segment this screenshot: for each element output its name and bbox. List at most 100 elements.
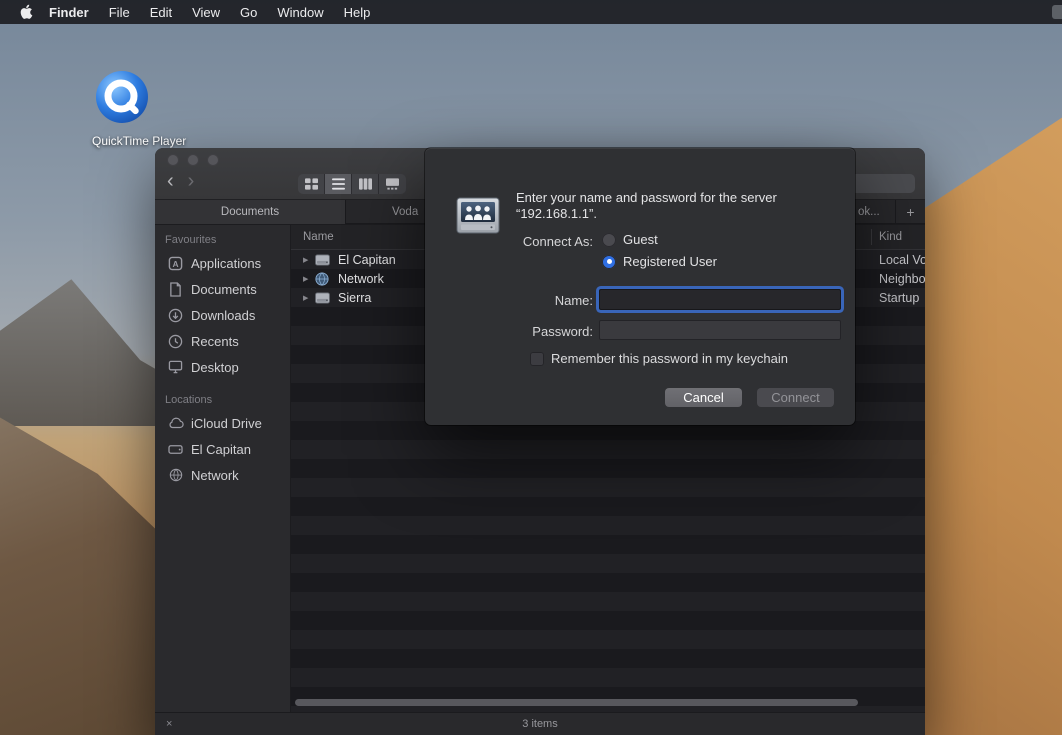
menu-item-go[interactable]: Go — [230, 5, 267, 20]
minimize-window-button[interactable] — [187, 154, 199, 166]
items-count: 3 items — [522, 718, 557, 730]
dialog-message-line2: “192.168.1.1”. — [516, 206, 846, 222]
row-name: Sierra — [338, 291, 371, 305]
harddrive-icon — [315, 254, 333, 266]
connect-to-server-dialog: Enter your name and password for the ser… — [425, 148, 855, 425]
sidebar-item-documents[interactable]: Documents — [155, 276, 290, 302]
screen: Finder File Edit View Go Window Help Qui… — [0, 0, 1062, 735]
disclosure-triangle-icon[interactable]: ▶ — [303, 294, 313, 302]
document-icon — [167, 282, 184, 297]
quicktime-label: QuickTime Player — [92, 134, 152, 148]
sidebar-item-label: Documents — [191, 282, 257, 297]
name-field[interactable] — [599, 289, 841, 310]
quicktime-icon — [95, 70, 149, 124]
sidebar-item-el-capitan[interactable]: El Capitan — [155, 436, 290, 462]
sidebar-item-applications[interactable]: A Applications — [155, 250, 290, 276]
scrollbar-thumb[interactable] — [295, 699, 858, 706]
menu-item-edit[interactable]: Edit — [140, 5, 182, 20]
tab-fragment-label: ok... — [858, 206, 880, 218]
back-button[interactable]: ‹ — [167, 170, 174, 192]
password-label: Password: — [425, 324, 593, 339]
sidebar-item-recents[interactable]: Recents — [155, 328, 290, 354]
guest-radio-label: Guest — [623, 232, 658, 247]
remember-password-row: Remember this password in my keychain — [530, 351, 788, 366]
list-view-button[interactable] — [325, 174, 352, 194]
registered-user-radio-row: Registered User — [602, 254, 717, 269]
view-mode-switcher — [298, 174, 406, 194]
sidebar-item-network[interactable]: Network — [155, 462, 290, 488]
row-kind: Local Vo — [879, 253, 925, 267]
gallery-view-button[interactable] — [379, 174, 406, 194]
menu-item-window[interactable]: Window — [267, 5, 333, 20]
gallery-view-icon — [386, 178, 399, 190]
disclosure-triangle-icon[interactable]: ▶ — [303, 275, 313, 283]
close-icon[interactable]: × — [166, 718, 172, 730]
row-name: El Capitan — [338, 253, 396, 267]
svg-text:A: A — [172, 258, 178, 268]
quicktime-desktop-icon[interactable]: QuickTime Player — [92, 70, 152, 148]
status-menu-icon[interactable] — [1052, 5, 1062, 19]
zoom-window-button[interactable] — [207, 154, 219, 166]
network-globe-icon — [315, 272, 333, 286]
sidebar-item-desktop[interactable]: Desktop — [155, 354, 290, 380]
cancel-button[interactable]: Cancel — [665, 388, 742, 407]
row-name: Network — [338, 272, 384, 286]
disclosure-triangle-icon[interactable]: ▶ — [303, 256, 313, 264]
name-label: Name: — [425, 293, 593, 308]
row-kind: Neighbo — [879, 272, 925, 286]
tab-documents[interactable]: Documents — [155, 200, 346, 224]
sidebar: Favourites A Applications Documents — [155, 225, 291, 712]
column-header-name[interactable]: Name — [291, 231, 334, 243]
column-view-icon — [359, 178, 372, 190]
sidebar-item-label: Desktop — [191, 360, 239, 375]
harddrive-icon — [167, 443, 184, 456]
applications-icon: A — [167, 256, 184, 271]
toolbar-search-field[interactable] — [847, 174, 915, 193]
registered-user-radio-label: Registered User — [623, 254, 717, 269]
new-tab-button[interactable]: + — [895, 200, 925, 224]
sidebar-section-locations: Locations — [155, 394, 290, 410]
menu-item-finder[interactable]: Finder — [39, 5, 99, 20]
forward-button[interactable]: › — [188, 170, 195, 192]
sidebar-item-label: iCloud Drive — [191, 416, 262, 431]
sidebar-item-icloud-drive[interactable]: iCloud Drive — [155, 410, 290, 436]
dialog-message: Enter your name and password for the ser… — [516, 190, 846, 222]
row-kind: Startup — [879, 291, 919, 305]
status-bar: × 3 items — [155, 712, 925, 735]
icon-view-button[interactable] — [298, 174, 325, 194]
menu-bar: Finder File Edit View Go Window Help — [0, 0, 1062, 24]
column-view-button[interactable] — [352, 174, 379, 194]
column-header-kind[interactable]: Kind — [879, 231, 902, 243]
apple-icon — [19, 4, 33, 20]
sidebar-item-label: Network — [191, 468, 239, 483]
menu-item-file[interactable]: File — [99, 5, 140, 20]
password-field[interactable] — [599, 320, 841, 340]
guest-radio-row: Guest — [602, 232, 658, 247]
connect-as-label: Connect As: — [425, 234, 593, 249]
close-window-button[interactable] — [167, 154, 179, 166]
tab-documents-label: Documents — [221, 206, 279, 218]
connect-button[interactable]: Connect — [757, 388, 834, 407]
guest-radio[interactable] — [602, 233, 616, 247]
navigation-buttons: ‹ › — [167, 170, 194, 192]
menu-item-help[interactable]: Help — [334, 5, 381, 20]
tab-fragment[interactable]: ok... — [858, 200, 880, 224]
sidebar-item-label: Recents — [191, 334, 239, 349]
dialog-message-line1: Enter your name and password for the ser… — [516, 190, 846, 206]
registered-user-radio[interactable] — [602, 255, 616, 269]
remember-password-checkbox[interactable] — [530, 352, 544, 366]
cloud-icon — [167, 417, 184, 429]
apple-menu[interactable] — [19, 4, 33, 20]
tab-vodafone-label: Voda — [392, 206, 418, 218]
downloads-icon — [167, 308, 184, 323]
globe-icon — [167, 468, 184, 482]
remember-password-label: Remember this password in my keychain — [551, 351, 788, 366]
list-view-icon — [332, 178, 345, 190]
menu-item-view[interactable]: View — [182, 5, 230, 20]
horizontal-scrollbar — [295, 699, 858, 706]
clock-icon — [167, 334, 184, 349]
sidebar-item-downloads[interactable]: Downloads — [155, 302, 290, 328]
sidebar-item-label: El Capitan — [191, 442, 251, 457]
traffic-lights — [167, 154, 219, 166]
desktop-icon — [167, 360, 184, 374]
